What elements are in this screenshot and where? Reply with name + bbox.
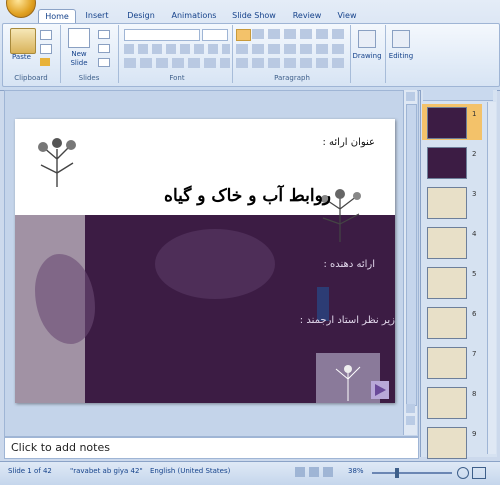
slide-canvas[interactable]: عنوان ارائه : روابط آب و خاک و گیاه ارائ… — [15, 119, 395, 403]
slide-plant-illustration — [35, 129, 80, 189]
font-name-combo[interactable] — [124, 29, 200, 41]
fit-to-window-icon[interactable] — [472, 467, 486, 479]
thumbnail-number: 9 — [472, 430, 477, 438]
editing-button-label[interactable]: Editing — [386, 52, 416, 60]
thumbnail-number: 2 — [472, 150, 477, 158]
previous-slide-button[interactable] — [406, 404, 415, 413]
tab-insert[interactable]: Insert — [80, 9, 114, 23]
separator — [60, 25, 61, 83]
zoom-slider-track[interactable] — [372, 472, 452, 474]
zoom-level[interactable]: 38% — [348, 467, 364, 475]
slide-thumbnail[interactable] — [427, 227, 467, 259]
font-size-combo[interactable] — [202, 29, 228, 41]
font-effects-buttons[interactable] — [124, 58, 230, 68]
tab-design[interactable]: Design — [122, 9, 160, 23]
tab-animations[interactable]: Animations — [168, 9, 220, 23]
editing-icon[interactable] — [392, 30, 410, 48]
alignment-buttons[interactable] — [236, 44, 348, 54]
scroll-up-arrow[interactable] — [406, 92, 415, 101]
thumbnail-number: 3 — [472, 190, 477, 198]
paragraph-list-buttons[interactable] — [236, 29, 348, 39]
thumbnail-number: 7 — [472, 350, 477, 358]
bullets-icon[interactable] — [236, 29, 251, 41]
paste-icon[interactable] — [10, 28, 36, 54]
tab-slide-show[interactable]: Slide Show — [228, 9, 280, 23]
slide-thumbnail[interactable] — [427, 147, 467, 179]
font-format-buttons[interactable] — [124, 44, 230, 54]
separator — [118, 25, 119, 83]
thumbnail-number: 1 — [472, 110, 477, 118]
slide-title: روابط آب و خاک و گیاه — [164, 186, 331, 206]
slide-next-arrow-icon[interactable] — [371, 381, 389, 399]
view-buttons[interactable] — [295, 467, 335, 477]
slide-thumbnail[interactable] — [427, 267, 467, 299]
slide-advisor-label: زیر نظر استاد ارجمند : — [299, 315, 395, 326]
scroll-thumb[interactable] — [406, 104, 417, 406]
slide-leaf-shape — [155, 229, 275, 299]
vertical-scrollbar[interactable] — [403, 90, 417, 435]
font-group-label: Font — [169, 74, 185, 82]
slides-group-label: Slides — [78, 74, 100, 82]
copy-icon[interactable] — [40, 44, 52, 54]
slides-thumbnail-pane[interactable]: 1 2 3 4 5 6 7 8 9 — [420, 90, 497, 459]
slide-thumbnail[interactable] — [427, 107, 467, 139]
slide-presenter-label: ارائه دهنده : — [323, 259, 376, 270]
thumbnail-number: 4 — [472, 230, 477, 238]
new-slide-icon[interactable] — [68, 28, 90, 48]
drawing-icon[interactable] — [358, 30, 376, 48]
thumbnail-number: 6 — [472, 310, 477, 318]
status-bar: Slide 1 of 42 "ravabet ab giya 42" Engli… — [0, 461, 500, 485]
ribbon: Home Insert Design Animations Slide Show… — [0, 0, 500, 91]
thumbnail-number: 8 — [472, 390, 477, 398]
thumbnail-pane-tabs[interactable] — [423, 90, 493, 101]
notes-placeholder: Click to add notes — [11, 441, 110, 454]
slide-thumbnail[interactable] — [427, 387, 467, 419]
tab-review[interactable]: Review — [288, 9, 326, 23]
paste-button-label[interactable]: Paste — [12, 53, 34, 61]
new-slide-button-label[interactable]: New Slide — [64, 50, 94, 68]
zoom-slider-thumb[interactable] — [395, 468, 399, 478]
slide-thumbnail[interactable] — [427, 187, 467, 219]
slide-thumbnail[interactable] — [427, 307, 467, 339]
slide-thumbnail[interactable] — [427, 427, 467, 459]
theme-name-status: "ravabet ab giya 42" — [70, 467, 143, 475]
slide-thumbnail[interactable] — [427, 347, 467, 379]
clipboard-group-label: Clipboard — [14, 74, 48, 82]
tab-home[interactable]: Home — [38, 9, 76, 24]
reset-icon[interactable] — [98, 44, 110, 53]
notes-pane[interactable]: Click to add notes — [4, 437, 419, 459]
separator — [232, 25, 233, 83]
text-direction-buttons[interactable] — [236, 58, 348, 68]
drawing-button-label[interactable]: Drawing — [351, 52, 383, 60]
delete-icon[interactable] — [98, 58, 110, 67]
slide-subtitle-label: عنوان ارائه : — [322, 137, 375, 148]
language-status[interactable]: English (United States) — [150, 467, 230, 475]
next-slide-button[interactable] — [406, 416, 415, 425]
cut-icon[interactable] — [40, 30, 52, 40]
zoom-in-icon[interactable] — [457, 467, 469, 479]
layout-icon[interactable] — [98, 30, 110, 39]
tab-view[interactable]: View — [332, 9, 362, 23]
slide-number-status: Slide 1 of 42 — [8, 467, 52, 475]
paragraph-group-label: Paragraph — [274, 74, 310, 82]
thumbnail-number: 5 — [472, 270, 477, 278]
format-painter-icon[interactable] — [40, 58, 50, 66]
thumbnail-scrollbar[interactable] — [487, 102, 496, 454]
office-button[interactable] — [6, 0, 36, 18]
